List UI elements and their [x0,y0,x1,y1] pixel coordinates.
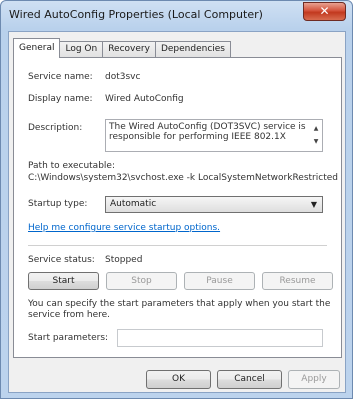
tab-recovery[interactable]: Recovery [102,41,156,58]
scroll-down-icon[interactable]: ▼ [312,135,320,148]
help-link[interactable]: Help me configure service startup option… [28,223,220,233]
path-value: C:\Windows\system32\svchost.exe -k Local… [28,173,338,183]
resume-button[interactable]: Resume [262,272,333,290]
tab-general[interactable]: General [13,38,61,58]
start-params-label: Start parameters: [28,333,109,343]
description-scrollbar[interactable]: ▲ ▼ [312,122,320,149]
pause-button[interactable]: Pause [184,272,255,290]
title-bar[interactable]: Wired AutoConfig Properties (Local Compu… [1,1,352,29]
service-name-label: Service name: [28,72,93,82]
dialog-footer: OK Cancel Apply [9,360,345,394]
apply-button[interactable]: Apply [288,370,340,389]
description-text: The Wired AutoConfig (DOT3SVC) service i… [109,122,306,142]
close-icon: ✕ [319,4,330,18]
start-button[interactable]: Start [28,272,99,290]
start-params-info: You can specify the start parameters tha… [28,299,331,320]
startup-type-value: Automatic [110,199,157,209]
dialog-client-area: General Log On Recovery Dependencies Ser… [8,31,346,393]
start-params-input[interactable] [117,329,323,347]
dropdown-arrow-icon: ▼ [310,200,317,209]
general-tab-panel: Service name: dot3svc Display name: Wire… [13,57,342,358]
section-divider [28,245,327,246]
path-label: Path to executable: [28,161,115,171]
tab-strip: General Log On Recovery Dependencies [13,38,231,58]
tab-dependencies[interactable]: Dependencies [154,41,231,58]
description-box[interactable]: The Wired AutoConfig (DOT3SVC) service i… [105,119,323,152]
tab-log-on[interactable]: Log On [59,41,104,58]
service-status-value: Stopped [105,255,143,265]
service-name-value: dot3svc [105,72,141,82]
startup-type-select[interactable]: Automatic ▼ [105,196,323,213]
display-name-value: Wired AutoConfig [105,94,184,104]
service-status-label: Service status: [28,255,95,265]
properties-window: Wired AutoConfig Properties (Local Compu… [0,0,353,399]
display-name-label: Display name: [28,94,93,104]
ok-button[interactable]: OK [146,370,211,389]
window-title: Wired AutoConfig Properties (Local Compu… [9,8,263,21]
description-label: Description: [28,123,83,133]
scroll-up-icon[interactable]: ▲ [312,122,320,135]
cancel-button[interactable]: Cancel [217,370,282,389]
stop-button[interactable]: Stop [106,272,177,290]
close-button[interactable]: ✕ [303,2,346,21]
startup-type-label: Startup type: [28,199,88,209]
